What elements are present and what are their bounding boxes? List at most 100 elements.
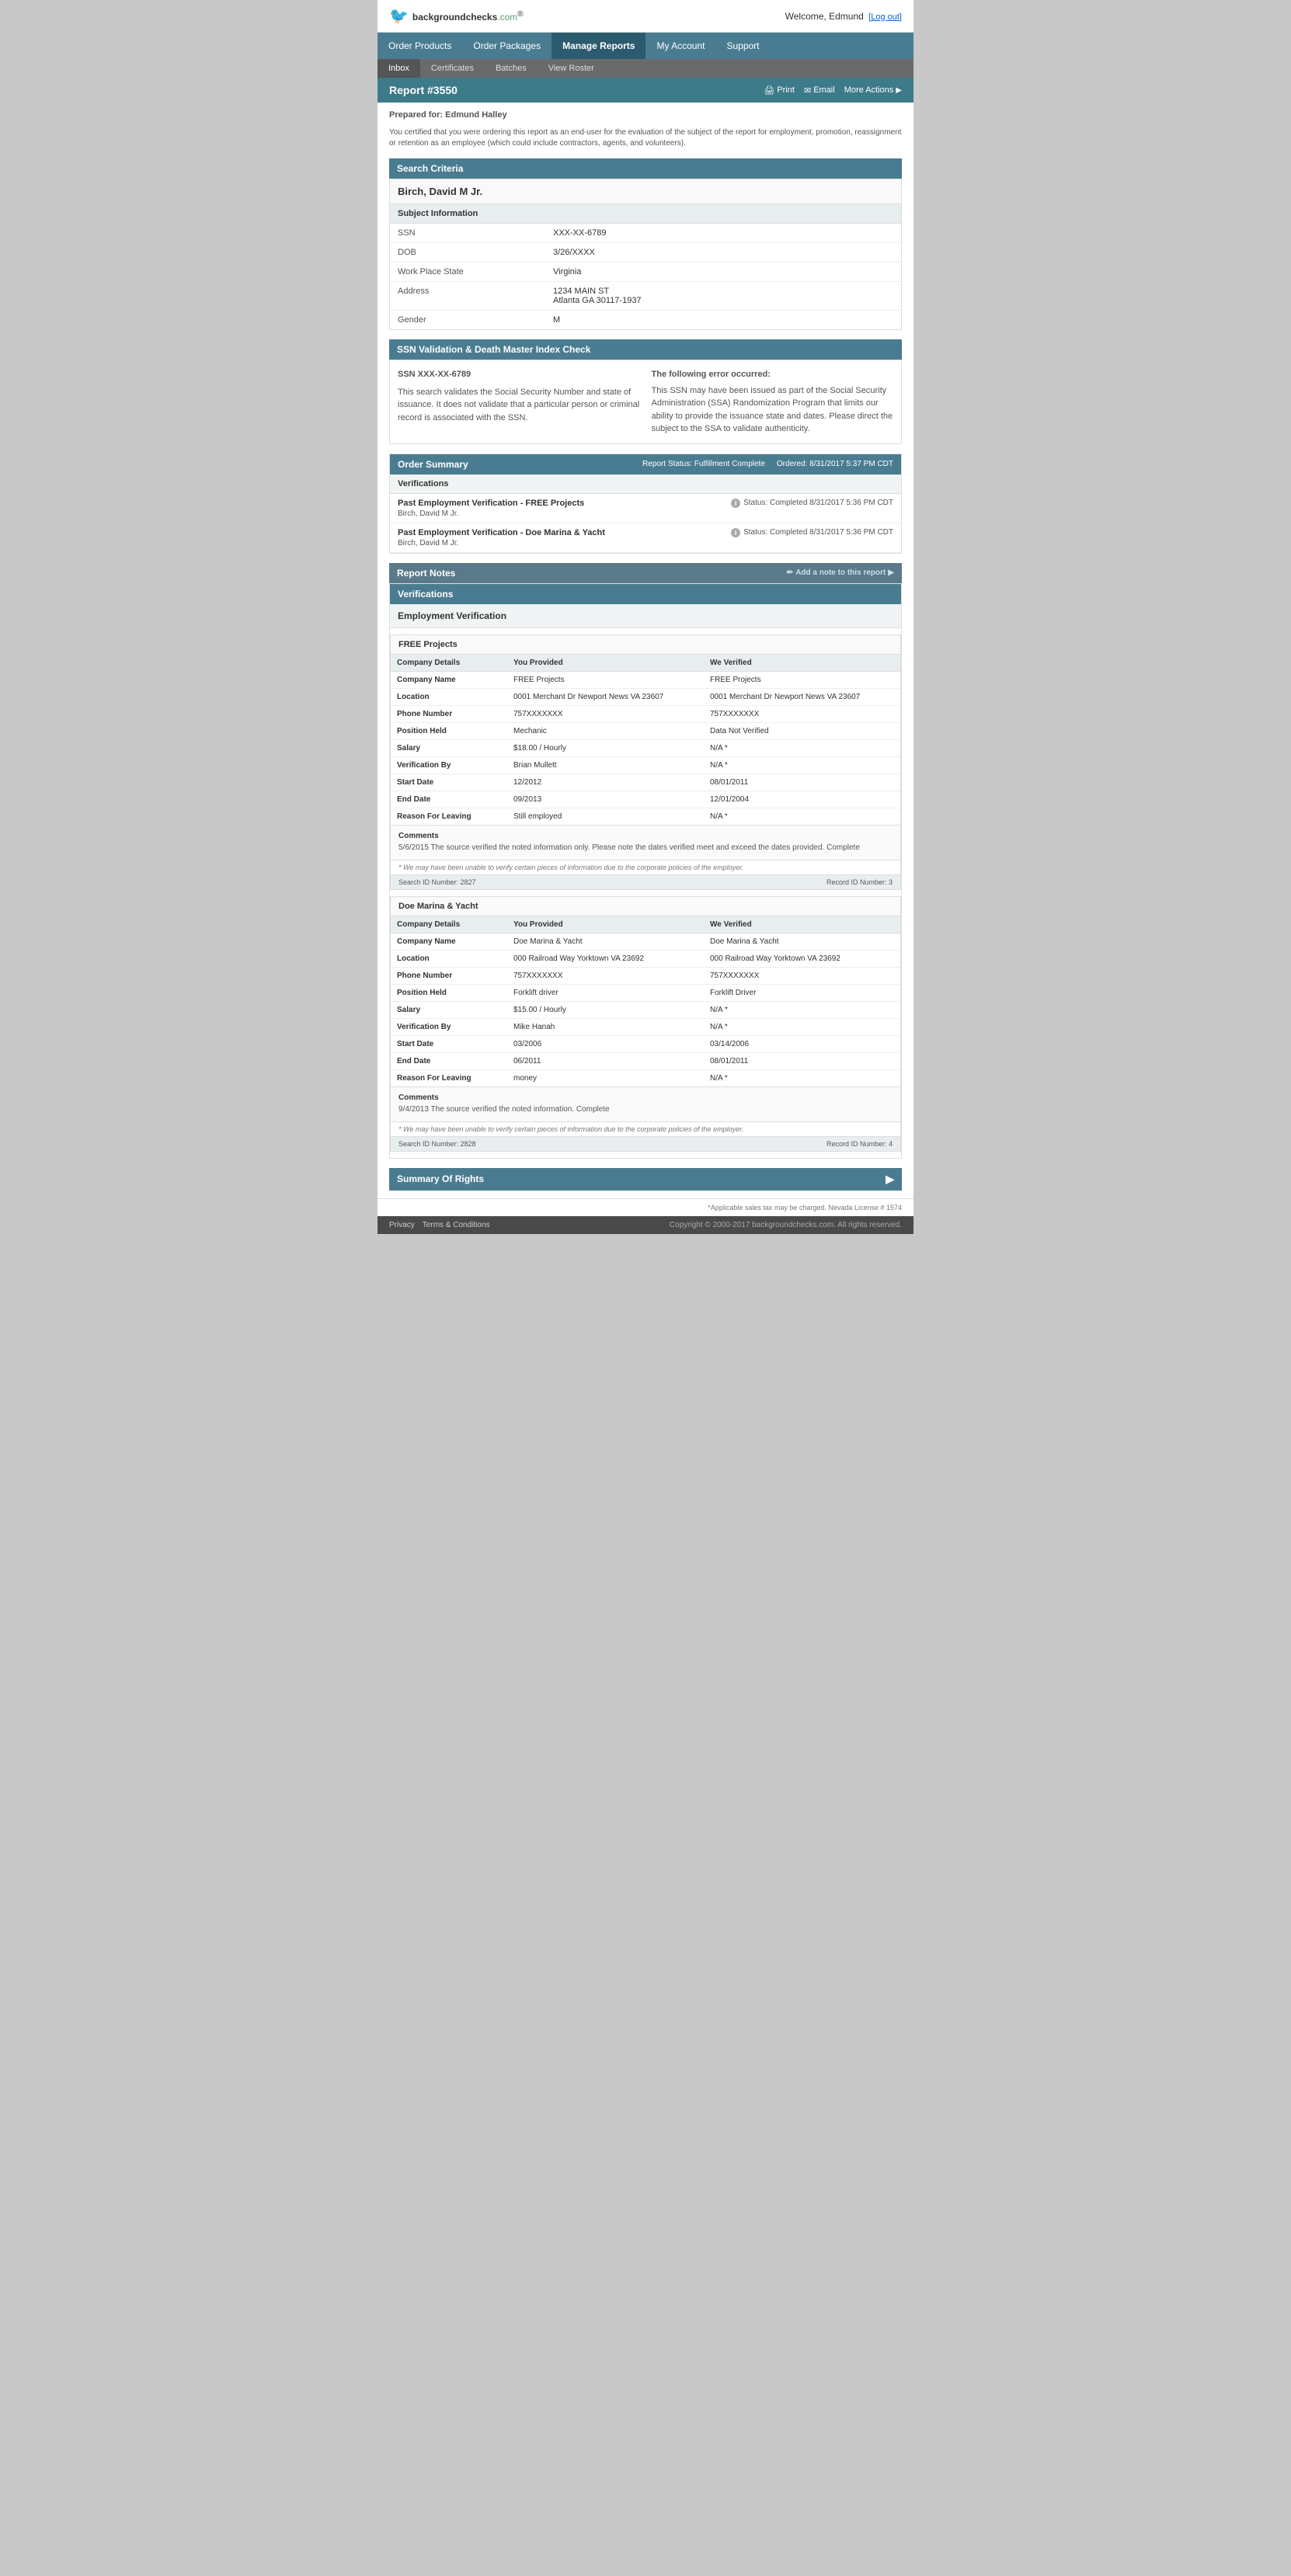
add-note-link[interactable]: ✏ Add a note to this report ▶ [787,568,894,577]
subnav-certificates[interactable]: Certificates [420,59,485,78]
company-name-1: FREE Projects [391,635,900,655]
nav-order-packages[interactable]: Order Packages [462,33,552,59]
table-row: Verification By Mike Hanah N/A * [391,1018,900,1035]
subnav-inbox[interactable]: Inbox [378,59,420,78]
record-id-2: Record ID Number: 4 [826,1140,893,1148]
disclaimer-note-1: * We may have been unable to verify cert… [391,860,900,874]
workplace-state-row: Work Place State Virginia [390,262,901,282]
logo-icon: 🐦 [389,6,409,26]
order-summary-title: Order Summary [398,459,468,470]
verif-status-1: i Status: Completed 8/31/2017 5:36 PM CD… [731,499,893,508]
search-id-bar-1: Search ID Number: 2827 Record ID Number:… [391,874,900,889]
ssn-left-panel: SSN XXX-XX-6789 This search validates th… [398,368,640,436]
footer-notes: *Applicable sales tax may be charged. Ne… [378,1198,913,1216]
col-header-verified-1: We Verified [704,655,900,672]
table-row: End Date 09/2013 12/01/2004 [391,791,900,808]
report-notes-header: Report Notes ✏ Add a note to this report… [389,563,902,583]
col-header-verified-2: We Verified [704,916,900,933]
subnav-batches[interactable]: Batches [485,59,538,78]
disclaimer-text: You certified that you were ordering thi… [389,127,902,149]
welcome-area: Welcome, Edmund [Log out] [785,11,902,22]
employment-verification-header: Employment Verification [390,604,901,628]
subject-name: Birch, David M Jr. [390,179,901,204]
verifications-main-header: Verifications [390,584,901,604]
nav-my-account[interactable]: My Account [646,33,715,59]
search-criteria-card: Birch, David M Jr. Subject Information S… [389,179,902,330]
verif-item-2: Past Employment Verification - Doe Marin… [390,523,901,553]
report-title: Report #3550 [389,84,458,96]
search-id-1: Search ID Number: 2827 [398,878,476,886]
logout-link[interactable]: [Log out] [868,12,902,22]
table-row: Salary $18.00 / Hourly N/A * [391,739,900,756]
verif-name-1: Birch, David M Jr. [398,509,584,518]
info-icon-1: i [731,499,740,508]
record-id-1: Record ID Number: 3 [826,878,893,886]
ssn-validation-card: SSN XXX-XX-6789 This search validates th… [389,360,902,444]
subnav-view-roster[interactable]: View Roster [538,59,605,78]
verif-name-2: Birch, David M Jr. [398,539,605,548]
comments-label-1: Comments [398,832,893,840]
welcome-text: Welcome, [785,11,826,22]
error-title: The following error occurred: [652,368,894,381]
table-row: Reason For Leaving money N/A * [391,1069,900,1086]
order-summary-header: Order Summary Report Status: Fulfillment… [390,454,901,475]
report-actions: Print Email More Actions [764,85,902,96]
logo-text: backgroundchecks.com® [412,10,524,23]
error-text: This SSN may have been issued as part of… [652,384,894,436]
company-doe-marina: Doe Marina & Yacht Company Details You P… [390,896,901,1152]
email-icon [804,85,811,96]
site-footer: Privacy Terms & Conditions Copyright © 2… [378,1216,913,1234]
more-actions-button[interactable]: More Actions [844,85,902,95]
verifications-subheader: Verifications [390,475,901,494]
gender-row: Gender M [390,311,901,329]
prepared-for: Prepared for: Edmund Halley [389,110,902,120]
search-criteria-header: Search Criteria [389,158,902,179]
col-header-provided-1: You Provided [507,655,704,672]
company-name-2: Doe Marina & Yacht [391,897,900,916]
report-status-label: Report Status: Fulfillment Complete [642,460,765,468]
ssn-description: This search validates the Social Securit… [398,386,640,425]
table-row: Salary $15.00 / Hourly N/A * [391,1001,900,1018]
summary-of-rights-header[interactable]: Summary Of Rights ▶ [389,1168,902,1191]
terms-link[interactable]: Terms & Conditions [423,1221,490,1229]
print-icon [764,85,774,96]
username-text: Edmund [829,11,864,22]
comments-section-1: Comments 5/6/2015 The source verified th… [391,825,900,860]
table-row: Phone Number 757XXXXXXX 757XXXXXXX [391,967,900,984]
ordered-date: Ordered: 8/31/2017 5:37 PM CDT [777,460,893,468]
table-row: Verification By Brian Mullett N/A * [391,756,900,773]
search-id-bar-2: Search ID Number: 2828 Record ID Number:… [391,1136,900,1151]
order-summary-card: Order Summary Report Status: Fulfillment… [389,454,902,554]
ssn-row: SSN XXX-XX-6789 [390,224,901,243]
arrow-right-icon: ▶ [888,568,894,577]
nav-manage-reports[interactable]: Manage Reports [552,33,646,59]
verif-title-1: Past Employment Verification - FREE Proj… [398,499,584,508]
privacy-link[interactable]: Privacy [389,1221,415,1229]
print-button[interactable]: Print [764,85,795,96]
verif-item-1: Past Employment Verification - FREE Proj… [390,494,901,523]
summary-rights-title: Summary Of Rights [397,1173,484,1184]
table-row: Location 000 Railroad Way Yorktown VA 23… [391,950,900,967]
table-row: Company Name FREE Projects FREE Projects [391,671,900,688]
copyright-text: Copyright © 2000-2017 backgroundchecks.c… [670,1221,902,1229]
ssn-validation-header: SSN Validation & Death Master Index Chec… [389,339,902,360]
col-header-provided-2: You Provided [507,916,704,933]
col-header-details-1: Company Details [391,655,507,672]
nav-support[interactable]: Support [715,33,770,59]
verif-status-2: i Status: Completed 8/31/2017 5:36 PM CD… [731,528,893,537]
nav-order-products[interactable]: Order Products [378,33,462,59]
main-nav: Order Products Order Packages Manage Rep… [378,33,913,59]
table-row: Position Held Mechanic Data Not Verified [391,722,900,739]
table-row: Location 0001 Merchant Dr Newport News V… [391,688,900,705]
edit-icon: ✏ [787,568,793,577]
top-header: 🐦 backgroundchecks.com® Welcome, Edmund … [378,0,913,33]
company-free-projects: FREE Projects Company Details You Provid… [390,634,901,890]
verif-title-2: Past Employment Verification - Doe Marin… [398,528,605,537]
ssn-number: SSN XXX-XX-6789 [398,368,640,381]
subject-info-header: Subject Information [390,204,901,224]
email-button[interactable]: Email [804,85,835,96]
table-row: Company Name Doe Marina & Yacht Doe Mari… [391,933,900,950]
comments-text-1: 5/6/2015 The source verified the noted i… [398,843,893,853]
main-content: Prepared for: Edmund Halley You certifie… [378,103,913,1198]
table-row: Reason For Leaving Still employed N/A * [391,808,900,825]
